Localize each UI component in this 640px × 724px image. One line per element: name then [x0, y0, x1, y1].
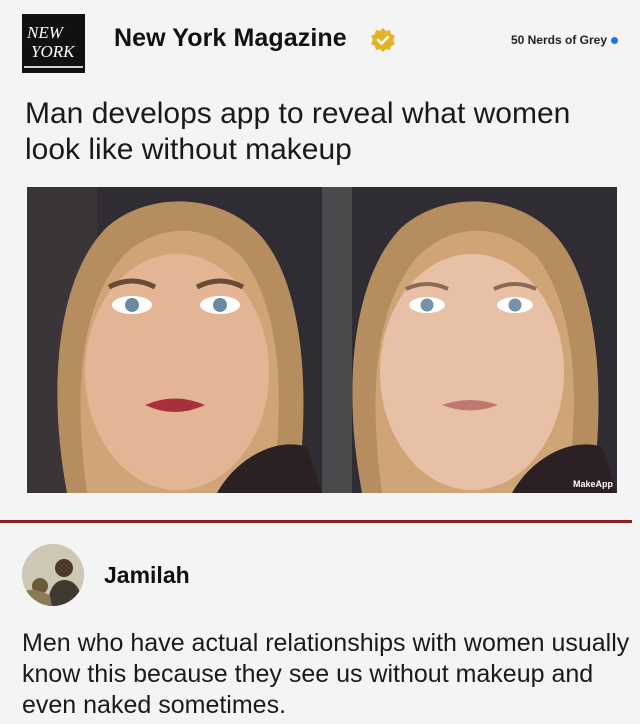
section-divider: [0, 520, 632, 523]
avatar[interactable]: [22, 544, 84, 606]
new-york-magazine-logo[interactable]: NEW YORK: [22, 14, 85, 73]
source-tag-label: 50 Nerds of Grey: [510, 33, 607, 47]
comparison-image[interactable]: MakeApp: [27, 187, 617, 493]
comment-text: Men who have actual relationships with w…: [22, 629, 630, 719]
blue-dot-icon: [611, 36, 618, 44]
logo-line-2: YORK: [31, 42, 75, 61]
source-tag[interactable]: 50 Nerds of Grey: [511, 33, 618, 47]
photo-with-makeup: [27, 187, 322, 493]
post-header: NEW YORK New York Magazine 50 Nerds of G…: [0, 0, 640, 86]
comment-author[interactable]: Jamilah: [104, 562, 190, 589]
photo-without-makeup: MakeApp: [322, 187, 617, 493]
logo-underline: [24, 66, 83, 68]
logo-line-1: NEW: [27, 23, 63, 42]
image-watermark: MakeApp: [572, 479, 613, 489]
verified-badge-icon: [371, 28, 395, 52]
publisher-name[interactable]: New York Magazine: [114, 24, 347, 53]
post-headline: Man develops app to reveal what women lo…: [25, 97, 571, 166]
